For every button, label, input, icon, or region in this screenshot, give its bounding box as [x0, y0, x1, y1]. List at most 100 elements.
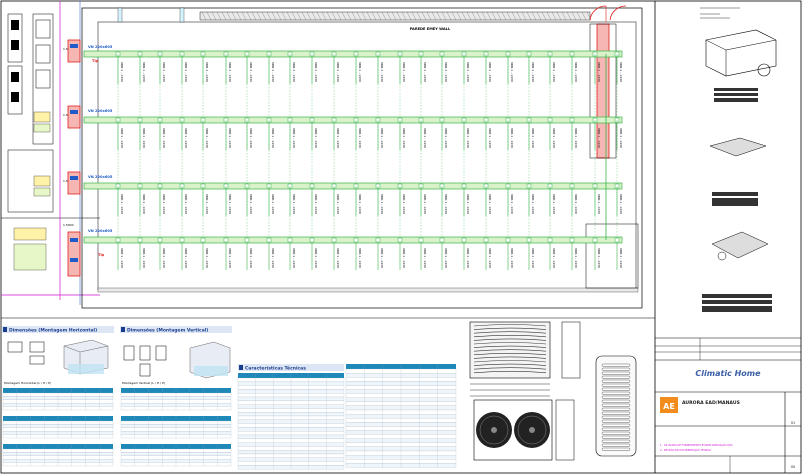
duct-size-label: VDR 1 - 1430	[466, 248, 470, 268]
duct-size-label: VDR 1 - 1430	[423, 194, 427, 214]
duct-size-label: VDR 1 - 1430	[510, 194, 514, 214]
duct-size-label: VDR 1 - 1430	[292, 248, 296, 268]
duct-size-label: VDR 1 - 1430	[271, 128, 275, 148]
duct-size-label: VDR 1 - 1430	[488, 128, 492, 148]
duct-size-label: VDR 1 - 1430	[205, 248, 209, 268]
duct-size-label: VDR 1 - 1430	[249, 248, 253, 268]
sheet-number: 01	[791, 421, 795, 425]
duct-size-label: VDR 1 - 1430	[120, 194, 124, 214]
company-logo-text: AE	[663, 402, 675, 411]
duct-size-label: VDR 1 - 1430	[142, 248, 146, 268]
duct-size-label: VDR 1 - 1430	[402, 128, 406, 148]
duct-size-label: VDR 1 - 1430	[142, 194, 146, 214]
duct-size-label: VDR 1 - 1430	[162, 194, 166, 214]
duct-size-label: VDR 1 - 1430	[271, 248, 275, 268]
duct-size-label: VDR 1 - 1430	[205, 194, 209, 214]
duct-size-label: VDR 1 - 1430	[162, 128, 166, 148]
duct-size-label: VDR 1 - 1430	[531, 128, 535, 148]
duct-size-label: VDR 1 - 1430	[205, 128, 209, 148]
duct-size-label: VDR 1 - 1430	[314, 62, 318, 82]
duct-size-label: VDR 1 - 1430	[228, 194, 232, 214]
duct-size-label: VDR 1 - 1430	[336, 248, 340, 268]
duct-size-label: VDR 1 - 1430	[358, 194, 362, 214]
duct-size-label: VDR 1 - 1430	[444, 62, 448, 82]
duct-size-label: VDR 1 - 1430	[184, 128, 188, 148]
duct-size-label: VDR 1 - 1430	[552, 128, 556, 148]
duct-size-label: VDR 1 - 1430	[510, 128, 514, 148]
duct-size-label: VDR 1 - 1430	[510, 62, 514, 82]
duct-size-label: VDR 1 - 1430	[271, 194, 275, 214]
duct-size-label: VDR 1 - 1430	[314, 248, 318, 268]
note-red-2: 2 - REVISÃO DE DOCUMENTAÇÃO TÉCNICA	[660, 449, 711, 452]
duct-size-label: VDR 1 - 1430	[314, 128, 318, 148]
duct-size-label: VDR 1 - 1430	[552, 62, 556, 82]
dim-h-title: Dimensões (Montagem Horizontal)	[9, 328, 97, 334]
cad-drawing: PAREDE EMEY WALL VDR 1 - 1430 VDR 1 - 143…	[0, 0, 802, 474]
brand-name: Climatic Home	[695, 369, 761, 378]
duct-size-label: VDR 1 - 1430	[466, 194, 470, 214]
revision-number: 00	[791, 465, 795, 469]
duct-size-label: VDR 1 - 1430	[380, 128, 384, 148]
duct-size-label: VDR 1 - 1430	[574, 248, 578, 268]
ahu-1	[67, 39, 81, 63]
duct-size-label: VDR 1 - 1430	[488, 194, 492, 214]
duct-size-label: VDR 1 - 1430	[488, 248, 492, 268]
duct-size-label: VDR 1 - 1430	[597, 248, 601, 268]
unit-detail-drawings	[469, 321, 637, 461]
duct-size-label: VDR 1 - 1430	[423, 248, 427, 268]
duct-size-label: VDR 1 - 1430	[597, 128, 601, 148]
duct-size-label: VDR 1 - 1430	[531, 194, 535, 214]
technical-table: Características Técnicas	[237, 364, 457, 470]
duct-size-label: VDR 1 - 1430	[466, 128, 470, 148]
duct-size-label: VDR 1 - 1430	[488, 62, 492, 82]
duct-size-label: VDR 1 - 1430	[358, 62, 362, 82]
duct-size-label: VDR 1 - 1430	[510, 248, 514, 268]
row-1-tag: Tip	[92, 59, 99, 63]
duct-size-label: VDR 1 - 1430	[142, 128, 146, 148]
duct-size-label: VDR 1 - 1430	[402, 194, 406, 214]
tech-title: Características Técnicas	[245, 365, 306, 372]
duct-size-label: VDR 1 - 1430	[531, 248, 535, 268]
note-red-1: 1 - OS AVISOS DE FORNECIMENTO EXIGEM APR…	[660, 444, 733, 447]
row-4-tag: Tip	[98, 253, 105, 257]
duct-size-label: VDR 1 - 1430	[597, 62, 601, 82]
ahu-2	[67, 105, 81, 129]
duct-size-label: VDR 1 - 1430	[466, 62, 470, 82]
duct-size-label: VDR 1 - 1430	[336, 194, 340, 214]
ahu-3	[67, 171, 81, 195]
row-unit-labels: VN 220x605 VN 220x605 VN 220x605 VN 220x…	[63, 45, 113, 257]
duct-size-label: VDR 1 - 1430	[444, 128, 448, 148]
duct-size-label: VDR 1 - 1430	[444, 248, 448, 268]
wall-label: PAREDE EMEY WALL	[410, 27, 451, 31]
duct-size-label: VDR 1 - 1430	[184, 248, 188, 268]
main-duct-row-1	[83, 50, 623, 58]
duct-size-label: VDR 1 - 1430	[205, 62, 209, 82]
dimensions-vertical-section: Dimensões (Montagem Vertical) Montagem V…	[120, 326, 232, 385]
duct-size-label: VDR 1 - 1430	[336, 128, 340, 148]
main-duct-row-2	[83, 116, 623, 124]
duct-size-label: VDR 1 - 1430	[184, 194, 188, 214]
right-panel-details	[700, 7, 777, 312]
duct-size-label: VDR 1 - 1430	[184, 62, 188, 82]
duct-size-label: VDR 1 - 1430	[619, 128, 623, 148]
duct-size-label: VDR 1 - 1430	[249, 128, 253, 148]
dimensions-horizontal-section: Dimensões (Montagem Horizontal) Montagem…	[2, 326, 114, 385]
duct-size-label: VDR 1 - 1430	[574, 128, 578, 148]
duct-size-label: VDR 1 - 1430	[120, 128, 124, 148]
note-blocks	[13, 111, 51, 271]
duct-size-label: VDR 1 - 1430	[292, 62, 296, 82]
duct-size-label: VDR 1 - 1430	[380, 194, 384, 214]
main-duct-row-3	[83, 182, 623, 190]
duct-grid: VDR 1 - 1430 VDR 1 - 1430 VDR 1 - 1430 VDR …	[83, 50, 623, 270]
drawing-sheet: PAREDE EMEY WALL VDR 1 - 1430 VDR 1 - 143…	[0, 0, 802, 474]
row-3-unit-label: VN 220x605	[88, 175, 113, 179]
dim-v-title: Dimensões (Montagem Vertical)	[127, 328, 208, 334]
duct-size-label: VDR 1 - 1430	[358, 128, 362, 148]
duct-size-label: VDR 1 - 1430	[120, 62, 124, 82]
duct-size-label: VDR 1 - 1430	[249, 194, 253, 214]
duct-size-label: VDR 1 - 1430	[228, 62, 232, 82]
duct-size-label: VDR 1 - 1430	[292, 194, 296, 214]
duct-size-label: VDR 1 - 1430	[380, 248, 384, 268]
duct-size-label: VDR 1 - 1430	[142, 62, 146, 82]
duct-size-label: VDR 1 - 1430	[423, 128, 427, 148]
